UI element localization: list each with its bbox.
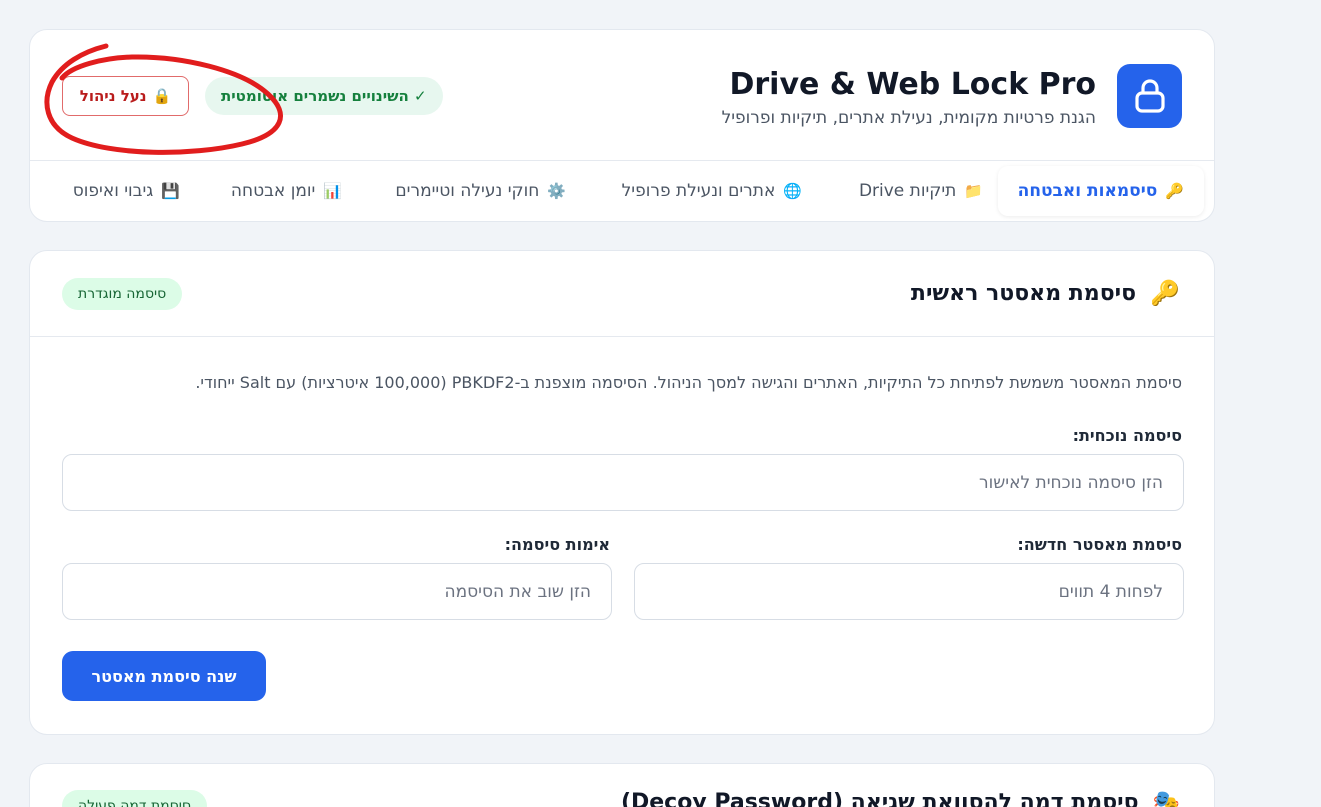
confirm-password-input[interactable] — [62, 563, 612, 620]
tab-drive-folders[interactable]: 📁 תיקיות Drive — [839, 166, 1003, 216]
tab-label: גיבוי ואיפוס — [72, 181, 154, 201]
section-title: 🔑 סיסמת מאסטר ראשית — [911, 279, 1180, 307]
mask-icon: 🎭 — [1152, 790, 1180, 807]
status-badge: סיסמת דמה פעילה — [62, 790, 207, 807]
lock-admin-label: נעל ניהול — [79, 87, 147, 105]
confirm-password-label: אימות סיסמה: — [504, 535, 610, 554]
tab-label: חוקי נעילה וטיימרים — [395, 181, 540, 201]
current-password-label: סיסמה נוכחית: — [1072, 426, 1182, 445]
tab-passwords-security[interactable]: 🔑 סיסמאות ואבטחה — [997, 166, 1204, 216]
tab-backup-reset[interactable]: 💾 גיבוי ואיפוס — [53, 166, 200, 216]
decoy-password-card: 🎭 סיסמת דמה להסוואת שגיאה (Decoy Passwor… — [29, 763, 1215, 807]
header-top: Drive & Web Lock Pro הגנת פרטיות מקומית,… — [30, 30, 1214, 161]
key-icon: 🔑 — [1150, 279, 1180, 307]
current-password-input[interactable] — [62, 454, 1184, 511]
app-title: Drive & Web Lock Pro — [729, 67, 1096, 102]
change-master-password-button[interactable]: שנה סיסמת מאסטר — [62, 651, 266, 701]
tab-security-log[interactable]: 📊 יומן אבטחה — [211, 166, 362, 216]
app-logo — [1117, 64, 1182, 128]
section-title: 🎭 סיסמת דמה להסוואת שגיאה (Decoy Passwor… — [621, 790, 1180, 807]
globe-icon: 🌐 — [783, 182, 802, 200]
section-header: 🔑 סיסמת מאסטר ראשית סיסמה מוגדרת — [30, 251, 1214, 337]
gear-icon: ⚙️ — [547, 182, 566, 200]
floppy-disk-icon: 💾 — [161, 182, 180, 200]
new-password-input[interactable] — [634, 563, 1184, 620]
header-card: Drive & Web Lock Pro הגנת פרטיות מקומית,… — [29, 29, 1215, 222]
lock-admin-button[interactable]: 🔒 נעל ניהול — [62, 76, 189, 116]
lock-icon: 🔒 — [152, 87, 172, 105]
new-password-label: סיסמת מאסטר חדשה: — [1017, 535, 1182, 554]
tab-sites-profile-lock[interactable]: 🌐 אתרים ונעילת פרופיל — [602, 166, 822, 216]
folder-icon: 📁 — [964, 182, 983, 200]
chart-icon: 📊 — [323, 182, 342, 200]
app-subtitle: הגנת פרטיות מקומית, נעילת אתרים, תיקיות … — [721, 108, 1096, 128]
tab-label: סיסמאות ואבטחה — [1017, 181, 1158, 201]
master-password-card: 🔑 סיסמת מאסטר ראשית סיסמה מוגדרת סיסמת ה… — [29, 250, 1215, 735]
tab-lock-rules-timers[interactable]: ⚙️ חוקי נעילה וטיימרים — [375, 166, 586, 216]
main-tabs: 🔑 סיסמאות ואבטחה 📁 תיקיות Drive 🌐 אתרים … — [30, 161, 1214, 223]
lock-icon — [1134, 79, 1165, 113]
section-title-text: סיסמת מאסטר ראשית — [910, 280, 1137, 306]
section-title-text: סיסמת דמה להסוואת שגיאה (Decoy Password) — [620, 790, 1139, 807]
status-badge: סיסמה מוגדרת — [62, 278, 183, 310]
autosave-status-badge: ✓ השינויים נשמרים אוטומטית — [205, 77, 443, 115]
tab-label: יומן אבטחה — [230, 181, 316, 201]
section-description: סיסמת המאסטר משמשת לפתיחת כל התיקיות, הא… — [195, 373, 1182, 392]
key-icon: 🔑 — [1165, 182, 1184, 200]
tab-label: תיקיות Drive — [858, 181, 957, 201]
tab-label: אתרים ונעילת פרופיל — [621, 181, 776, 201]
